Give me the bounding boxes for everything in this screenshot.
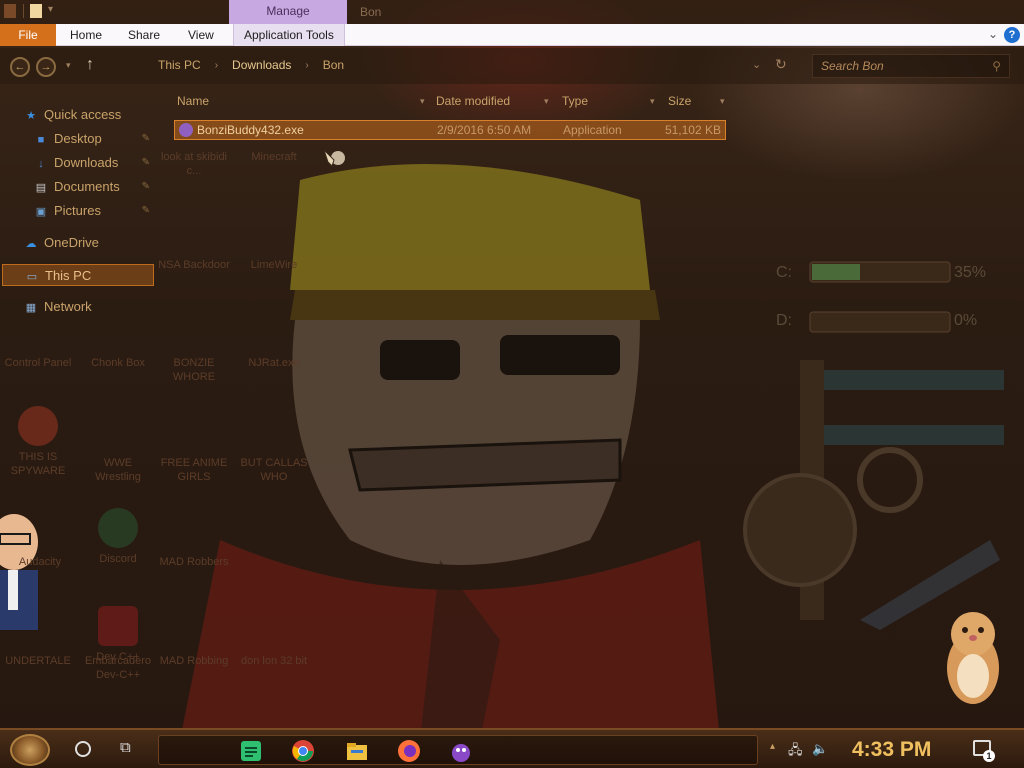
bonzibuddy-icon[interactable] [449,739,473,763]
taskbar-clock[interactable]: 4:33 PM [852,738,931,762]
sidebar-item-label: This PC [45,268,92,283]
search-circle-icon[interactable] [75,741,91,757]
sidebar-item-label: Desktop [54,131,102,146]
file-row-bonzibuddy[interactable]: BonziBuddy432.exe 2/9/2016 6:50 AM Appli… [174,120,726,140]
column-header-name[interactable]: Name [177,92,209,110]
column-filter-chevron-icon[interactable]: ▾ [720,92,725,110]
sidebar-item-onedrive[interactable]: ☁ OneDrive [24,232,154,254]
pin-icon: ✎ [141,205,150,216]
ribbon-tabs: File Home Share View Application Tools ⌄… [0,24,1024,46]
column-filter-chevron-icon[interactable]: ▾ [544,92,549,110]
back-button[interactable]: ← [10,57,30,77]
computer-icon: ▭ [26,271,38,283]
breadcrumb-this-pc[interactable]: This PC [158,58,201,72]
column-header-size[interactable]: Size [668,92,691,110]
bonzibuddy-icon [179,123,193,137]
recent-locations-chevron-icon[interactable]: ▾ [66,60,71,71]
downloads-folder-icon: ↓ [38,158,44,170]
search-box: ⚲ [812,54,1010,78]
sidebar-item-label: Network [44,299,92,314]
up-arrow-icon[interactable]: ↑ [86,56,94,74]
breadcrumb-separator-icon[interactable]: › [305,60,308,71]
tab-view[interactable]: View [188,24,214,46]
chevron-up-icon[interactable]: ▴ [770,741,775,752]
column-filter-chevron-icon[interactable]: ▾ [650,92,655,110]
desktop-folder-icon: ■ [37,134,45,146]
toolbar-divider [22,4,24,18]
file-date-modified: 2/9/2016 6:50 AM [437,123,532,137]
breadcrumb: This PC › Downloads › Bon [158,58,344,72]
pin-icon: ✎ [141,133,150,144]
documents-folder-icon: ▤ [35,182,47,194]
column-header-type[interactable]: Type [562,92,588,110]
refresh-icon[interactable]: ↻ [775,56,787,73]
navigation-pane: ★ Quick access ■ Desktop ✎ ↓ Downloads ✎ ▤ D… [0,96,158,726]
file-name: BonziBuddy432.exe [197,123,304,137]
volume-muted-icon[interactable]: 🔈 [812,741,828,757]
file-size: 51,102 KB [664,123,721,137]
tab-share[interactable]: Share [128,24,160,46]
breadcrumb-separator-icon[interactable]: › [215,60,218,71]
sidebar-item-documents[interactable]: ▤ Documents ✎ [34,176,156,198]
breadcrumb-downloads[interactable]: Downloads [232,58,291,72]
file-list-pane: Name ▾ Date modified ▾ Type ▾ Size ▾ Bon… [160,86,1024,726]
pin-icon: ✎ [141,181,150,192]
sidebar-item-label: Downloads [54,155,119,170]
help-icon[interactable]: ? [1004,27,1020,43]
sidebar-item-this-pc[interactable]: ▭ This PC [2,264,154,286]
search-input[interactable] [813,55,983,77]
quick-access-toolbar: ▾ [4,4,56,18]
sidebar-item-desktop[interactable]: ■ Desktop ✎ [34,128,156,150]
manage-contextual-tab[interactable]: Manage [229,0,347,24]
sidebar-item-label: Quick access [44,107,122,122]
cloud-icon: ☁ [25,238,37,250]
search-icon[interactable]: ⚲ [992,59,1001,73]
folder-icon[interactable] [30,4,42,18]
tab-home[interactable]: Home [70,24,102,46]
network-icon: ▦ [25,302,37,314]
address-bar: ← → ▾ ↑ This PC › Downloads › Bon ⌄ ↻ ⚲ [0,48,1024,84]
drag-cursor-icon [323,149,345,167]
task-view-icon[interactable]: ⧉ [120,739,131,756]
firefox-icon[interactable] [397,739,421,763]
forward-button[interactable]: → [36,57,56,77]
pictures-folder-icon: ▣ [35,206,47,218]
sidebar-item-label: Documents [54,179,120,194]
sidebar-item-quick-access[interactable]: ★ Quick access [24,104,154,126]
address-history-chevron-icon[interactable]: ⌄ [752,58,761,71]
sidebar-item-label: Pictures [54,203,101,218]
file-explorer-icon[interactable] [345,739,369,763]
file-tab[interactable]: File [0,24,56,46]
window-titlebar[interactable]: ▾ Manage Bon [0,0,1024,24]
window-title: Bon [360,5,382,19]
taskbar: ⧉ ▴ 🖧 🔈 4:33 PM 1 [0,728,1024,768]
tab-application-tools[interactable]: Application Tools [233,24,345,46]
sidebar-item-pictures[interactable]: ▣ Pictures ✎ [34,200,156,222]
column-header-date-modified[interactable]: Date modified [436,92,510,110]
sidebar-item-label: OneDrive [44,235,99,250]
network-tray-icon[interactable]: 🖧 [788,741,803,763]
breadcrumb-bon[interactable]: Bon [323,58,344,72]
notification-count-badge: 1 [983,750,995,762]
start-button[interactable] [10,734,50,766]
window-menu-icon[interactable] [4,4,16,18]
chevron-down-icon[interactable]: ▾ [48,4,56,18]
column-filter-chevron-icon[interactable]: ▾ [420,92,425,110]
sticky-notes-icon[interactable] [239,739,263,763]
file-type: Application [563,123,622,137]
chrome-icon[interactable] [291,739,315,763]
taskbar-pinned-apps [158,735,758,765]
system-tray: ▴ 🖧 🔈 4:33 PM 1 [770,730,1024,768]
pin-icon: ✎ [141,157,150,168]
star-icon: ★ [26,110,36,122]
expand-ribbon-chevron-icon[interactable]: ⌄ [988,27,998,41]
sidebar-item-downloads[interactable]: ↓ Downloads ✎ [34,152,156,174]
sidebar-item-network[interactable]: ▦ Network [24,296,154,318]
